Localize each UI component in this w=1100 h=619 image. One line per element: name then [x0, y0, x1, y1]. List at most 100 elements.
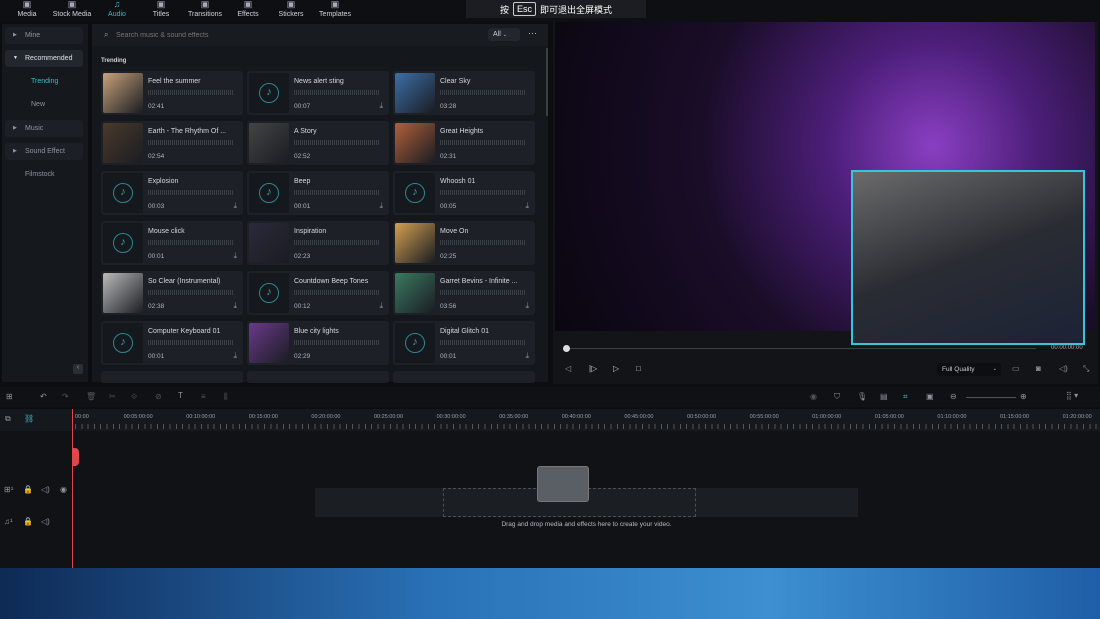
filter-dropdown[interactable]: All ⌄ — [488, 28, 520, 41]
redo-icon[interactable]: ↷ — [62, 392, 69, 401]
track-card[interactable]: ♪ Whoosh 01 00:05 ⤓ — [393, 171, 535, 215]
sidebar-item-recommended[interactable]: ▼ Recommended — [5, 50, 83, 67]
zoom-in-icon[interactable]: ⊕ — [1020, 392, 1027, 401]
add-track-icon[interactable]: ⧉ — [5, 414, 11, 424]
tab-effects[interactable]: ▣ Effects — [226, 0, 270, 22]
track-card[interactable]: A Story 02:52 — [247, 121, 389, 165]
fullscreen-icon[interactable]: ⤡ — [1083, 364, 1089, 374]
more-icon[interactable]: ··· — [528, 28, 537, 38]
display-icon[interactable]: ▭ — [1012, 364, 1020, 373]
audio-wave-icon[interactable]: ⫼ — [224, 392, 228, 402]
dragged-media-icon — [537, 466, 589, 502]
tab-titles[interactable]: ▣ Titles — [139, 0, 183, 22]
zoom-out-icon[interactable]: ⊖ — [950, 392, 957, 401]
tab-audio[interactable]: ♫ Audio — [95, 0, 139, 22]
sidebar-item-trending[interactable]: Trending — [5, 73, 83, 90]
track-card[interactable] — [101, 371, 243, 383]
download-icon[interactable]: ⤓ — [233, 301, 237, 311]
download-icon[interactable]: ⤓ — [379, 101, 383, 111]
sidebar-item-sound-effect[interactable]: ▶ Sound Effect — [5, 143, 83, 160]
sidebar-item-mine[interactable]: ▶ Mine — [5, 27, 83, 44]
delete-icon[interactable]: 🗑 — [86, 392, 96, 401]
mute-icon[interactable]: ◁) — [41, 517, 50, 526]
track-card[interactable]: ♪ Mouse click 00:01 ⤓ — [101, 221, 243, 265]
track-card[interactable]: ♪ News alert sting 00:07 ⤓ — [247, 71, 389, 115]
track-card[interactable]: Earth - The Rhythm Of ... 02:54 — [101, 121, 243, 165]
track-card[interactable]: Great Heights 02:31 — [393, 121, 535, 165]
link-icon[interactable]: ⛓ — [24, 414, 34, 423]
tab-stock-media[interactable]: ▣ Stock Media — [50, 0, 94, 22]
volume-icon[interactable]: ◁) — [1059, 364, 1068, 373]
snapshot-icon[interactable]: ◙ — [1036, 364, 1041, 373]
mic-icon[interactable]: 🎙 — [857, 392, 867, 401]
sidebar-item-new[interactable]: New — [5, 96, 83, 113]
track-card[interactable]: Inspiration 02:23 — [247, 221, 389, 265]
undo-icon[interactable]: ↶ — [40, 392, 47, 401]
quality-dropdown[interactable]: Full Quality ⌄ — [937, 363, 1001, 376]
track-title: Beep — [294, 178, 311, 185]
track-card[interactable]: Feel the summer 02:41 — [101, 71, 243, 115]
tab-media[interactable]: ▣ Media — [5, 0, 49, 22]
sidebar-item-music[interactable]: ▶ Music — [5, 120, 83, 137]
waveform — [148, 90, 234, 95]
speed-icon[interactable]: ⊘ — [155, 392, 162, 401]
lock-icon[interactable]: 🔒 — [23, 517, 33, 526]
track-card[interactable]: ♪ Digital Glitch 01 00:01 ⤓ — [393, 321, 535, 365]
track-card[interactable]: ♪ Computer Keyboard 01 00:01 ⤓ — [101, 321, 243, 365]
track-card[interactable] — [393, 371, 535, 383]
grid-menu-icon[interactable]: ⣿ ▾ — [1066, 391, 1078, 400]
download-icon[interactable]: ⤓ — [233, 201, 237, 211]
marker-icon[interactable]: ⛉ — [834, 392, 840, 402]
layout-icon[interactable]: ⊞ — [6, 392, 13, 401]
tab-templates[interactable]: ▣ Templates — [313, 0, 357, 22]
download-icon[interactable]: ⤓ — [233, 351, 237, 361]
download-icon[interactable]: ⤓ — [233, 251, 237, 261]
download-icon[interactable]: ⤓ — [379, 201, 383, 211]
preview-progress-bar[interactable] — [566, 348, 1036, 349]
track-card[interactable]: Garret Bevins - Infinite ... 03:56 ⤓ — [393, 271, 535, 315]
adjust-icon[interactable]: ≡ — [201, 392, 206, 401]
download-icon[interactable]: ⤓ — [525, 301, 529, 311]
download-icon[interactable]: ⤓ — [525, 351, 529, 361]
pip-icon[interactable]: ▣ — [926, 392, 934, 401]
tab-transitions[interactable]: ▣ Transitions — [183, 0, 227, 22]
collapse-sidebar-button[interactable]: ‹ — [73, 364, 83, 374]
zoom-slider[interactable] — [966, 397, 1016, 398]
track-thumbnail: ♪ — [395, 323, 435, 363]
track-card[interactable]: ♪ Beep 00:01 ⤓ — [247, 171, 389, 215]
playhead-handle[interactable] — [72, 448, 79, 466]
stop-icon[interactable]: □ — [636, 364, 641, 373]
prev-frame-icon[interactable]: ◁ — [565, 364, 571, 373]
sidebar-item-filmstock[interactable]: Filmstock — [5, 166, 83, 183]
track-card[interactable]: ♪ Explosion 00:03 ⤓ — [101, 171, 243, 215]
ruler-tick-label: 00:05:00:00 — [123, 414, 153, 420]
voiceover-icon[interactable]: ▤ — [880, 392, 888, 401]
download-icon[interactable]: ⤓ — [379, 301, 383, 311]
render-icon[interactable]: ◉ — [810, 392, 817, 401]
track-card[interactable] — [247, 371, 389, 383]
step-play-icon[interactable]: |▷ — [589, 364, 597, 373]
crop-icon[interactable]: ⟐ — [131, 392, 137, 402]
snap-icon[interactable]: ⌗ — [903, 392, 908, 402]
esc-key: Esc — [512, 2, 536, 16]
webcam-overlay[interactable] — [851, 170, 1085, 345]
mute-icon[interactable]: ◁) — [41, 485, 50, 494]
track-card[interactable]: Blue city lights 02:29 — [247, 321, 389, 365]
track-card[interactable]: ♪ Countdown Beep Tones 00:12 ⤓ — [247, 271, 389, 315]
download-icon[interactable]: ⤓ — [525, 201, 529, 211]
track-card[interactable]: So Clear (Instrumental) 02:38 ⤓ — [101, 271, 243, 315]
eye-icon[interactable]: ◉ — [60, 485, 67, 494]
music-note-icon: ♪ — [405, 183, 425, 203]
lock-icon[interactable]: 🔒 — [23, 485, 33, 494]
search-input[interactable] — [116, 28, 416, 42]
hint-after: 即可退出全屏模式 — [540, 4, 613, 15]
progress-handle[interactable] — [563, 345, 570, 352]
track-card[interactable]: Clear Sky 03:28 — [393, 71, 535, 115]
playhead[interactable] — [72, 409, 73, 569]
library-scrollbar[interactable] — [546, 48, 548, 116]
track-card[interactable]: Move On 02:25 — [393, 221, 535, 265]
text-icon[interactable]: T — [178, 391, 183, 400]
play-icon[interactable]: ▷ — [613, 364, 619, 373]
tab-stickers[interactable]: ▣ Stickers — [269, 0, 313, 22]
cut-icon[interactable]: ✂ — [109, 392, 116, 401]
